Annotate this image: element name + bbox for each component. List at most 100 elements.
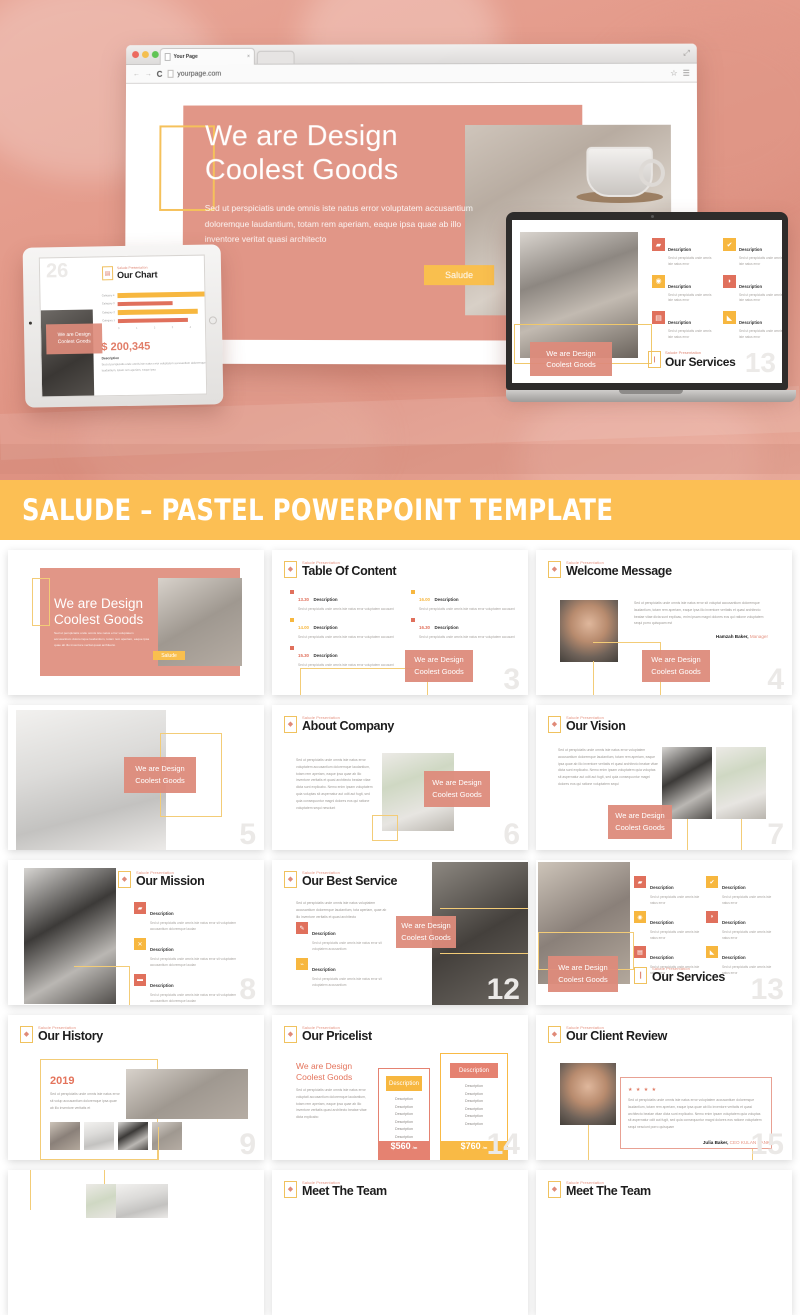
address-bar[interactable]: yourpage.com (167, 69, 665, 78)
toc-marker (411, 618, 415, 623)
window-controls[interactable] (132, 51, 159, 59)
badge-line2: Coolest Goods (546, 360, 596, 369)
chart-bar-row: Category 4 (98, 291, 207, 298)
hero-headline: We are Design Coolest Goods (205, 119, 534, 188)
welcome-message-slide[interactable]: ◆ Salude Presentation Welcome Message Sed u… (536, 550, 792, 695)
close-window-icon[interactable] (132, 51, 140, 59)
our-pricelist-slide[interactable]: ◆ Salude Presentation Our Pricelist We are … (272, 1015, 528, 1160)
service-item: ◉ Description Sed ut perspiciatis unde omn… (652, 274, 715, 305)
vision-body: Sed ut perspiciatis unde omnis iste natu… (558, 748, 658, 787)
cover-headline-line2: Coolest Goods (54, 612, 144, 628)
price-feature: Description (395, 1119, 413, 1124)
slide-header: ◆ Salude Presentation Our Best Service (284, 870, 398, 889)
person-icon: ◆ (284, 1180, 297, 1198)
meet-the-team-slide-2[interactable]: ◆ Salude Presentation Meet The Team (536, 1170, 792, 1315)
camera-icon: ◉ (634, 911, 646, 924)
tag-icon: ◣ (706, 946, 718, 959)
slide-photo (116, 1184, 168, 1218)
toc-title: Description (313, 653, 338, 659)
price-feature: Description (465, 1099, 483, 1104)
meet-the-team-slide-1[interactable]: ◆ Salude Presentation Meet The Team (272, 1170, 528, 1315)
toc-item[interactable]: 16.30 Description Sed ut perspiciatis und… (411, 616, 518, 640)
chart-category-label: Category 4 (101, 293, 115, 298)
cover-body: Sed ut perspiciatis unde omnis iste natu… (54, 631, 150, 648)
toc-item[interactable]: 16.00 Description Sed ut perspiciatis und… (411, 588, 518, 612)
description-title: Description (150, 983, 174, 989)
forward-icon[interactable]: → (145, 70, 152, 77)
chart-total-value: $ 200,345 (101, 340, 151, 354)
person-icon: ◆ (548, 1180, 561, 1198)
office-photo-slide[interactable]: We are Design Coolest Goods 5 (8, 705, 264, 850)
toc-title: Description (313, 625, 338, 631)
slide-header: ◆ Salude Presentation About Company (284, 715, 394, 734)
slide-header: ◆ Salude Presentation Meet The Team (284, 1180, 387, 1199)
tablet-mockup: 26 ▤ Salude Presentation Our Chart Categ… (22, 244, 224, 408)
minimize-window-icon[interactable] (141, 51, 149, 59)
slide-title: Our Mission (136, 874, 205, 888)
laptop-base (506, 390, 796, 402)
expand-icon[interactable]: ⤢ (683, 49, 689, 59)
browser-navbar: ← → C yourpage.com ☆ ☰ (126, 63, 697, 84)
product-title-banner: SALUDE – PASTEL POWERPOINT TEMPLATE (0, 480, 800, 540)
chart-axis-tick: 3 (171, 326, 174, 330)
our-best-service-slide[interactable]: ◆ Salude Presentation Our Best Service Sed … (272, 860, 528, 1005)
bookmark-star-icon[interactable]: ☆ (670, 68, 677, 77)
close-tab-icon[interactable]: × (247, 54, 250, 60)
toc-item[interactable]: 14.00 Description Sed ut perspiciatis und… (290, 616, 397, 640)
chart-bar-row: Category 1 (99, 317, 207, 324)
service-title: Description (722, 920, 746, 926)
accent-line (74, 966, 130, 967)
accent-line (687, 819, 688, 850)
slide-thumbnail-grid: We are Design Coolest Goods Sed ut perspic… (0, 540, 800, 1315)
reload-icon[interactable]: C (157, 69, 163, 78)
badge-line1: We are Design (432, 778, 482, 788)
our-mission-slide[interactable]: ◆ Salude Presentation Our Mission ▰ Descript… (8, 860, 264, 1005)
our-vision-slide[interactable]: ◆ Salude Presentation Our Vision Sed ut per… (536, 705, 792, 850)
accent-line (440, 908, 528, 909)
service-body: Sed ut perspiciatis unde omnis iste natu… (650, 930, 700, 941)
about-company-slide[interactable]: ◆ Salude Presentation About Company Sed ut … (272, 705, 528, 850)
slide-number: 3 (503, 663, 520, 695)
service-body: Sed ut perspiciatis unde omnis iste natu… (650, 895, 700, 906)
slide-header: ◆ Salude Presentation Meet The Team (548, 1180, 651, 1199)
cover-cta-button[interactable]: Salude (153, 651, 185, 660)
our-services-slide[interactable]: ▰ Description Sed ut perspiciatis unde omn… (536, 860, 792, 1005)
review-body: Sed ut perspiciatis unde omnis iste natu… (628, 1098, 762, 1130)
back-icon[interactable]: ← (133, 70, 140, 77)
laptop-mockup: We are Design Coolest Goods ▰ Description… (506, 212, 796, 424)
tablet-home-button[interactable] (208, 316, 217, 325)
quote-icon: ◆ (548, 1025, 561, 1043)
description-body: Sed ut perspiciatis unde omnis iste natu… (150, 921, 237, 932)
table-of-content-slide[interactable]: ◆ Salude Presentation Table Of Content 13.3… (272, 550, 528, 695)
address-bar-value: yourpage.com (177, 70, 222, 78)
maximize-window-icon[interactable] (151, 51, 159, 58)
accent-line (741, 819, 742, 850)
new-tab-button[interactable] (256, 50, 295, 65)
hero-cta-button[interactable]: Salude (423, 265, 495, 286)
slide-header: ◆ Salude Presentation Our Vision (548, 715, 626, 734)
description-body: Sed ut perspiciatis unde omnis iste natu… (150, 957, 237, 968)
menu-icon[interactable]: ☰ (683, 68, 690, 77)
price-feature: Description (395, 1097, 413, 1101)
cover-slide[interactable]: We are Design Coolest Goods Sed ut perspic… (8, 550, 264, 695)
price-card[interactable]: Description Description Description Descrip… (378, 1068, 430, 1160)
service-title: Description (722, 885, 746, 890)
service-body: Sed ut perspiciatis unde omnis iste natu… (668, 292, 712, 303)
bottom-photo-slide[interactable] (8, 1170, 264, 1315)
toc-item[interactable]: 15.30 Description Sed ut perspiciatis und… (290, 644, 397, 668)
toc-item[interactable]: 13.30 Description Sed ut perspiciatis und… (290, 588, 397, 612)
browser-tab[interactable]: Your Page × (159, 47, 255, 65)
slide-title: Table Of Content (302, 564, 397, 578)
our-history-slide[interactable]: ◆ Salude Presentation Our History 2019 Sed u… (8, 1015, 264, 1160)
accent-line (30, 1170, 31, 1210)
cover-headline: We are Design Coolest Goods (54, 596, 143, 629)
toc-marker (290, 590, 294, 594)
rss-icon: ◆ (548, 560, 561, 578)
accent-line (158, 1127, 159, 1160)
service-title: Description (668, 247, 692, 252)
our-client-review-slide[interactable]: ◆ Salude Presentation Our Client Review ★ ★… (536, 1015, 792, 1160)
chart-bar-row: Category 2 (99, 308, 207, 315)
price-amount: $760 (460, 1141, 481, 1151)
pen-icon: ◆ (284, 870, 297, 888)
description-title: Description (150, 947, 174, 953)
